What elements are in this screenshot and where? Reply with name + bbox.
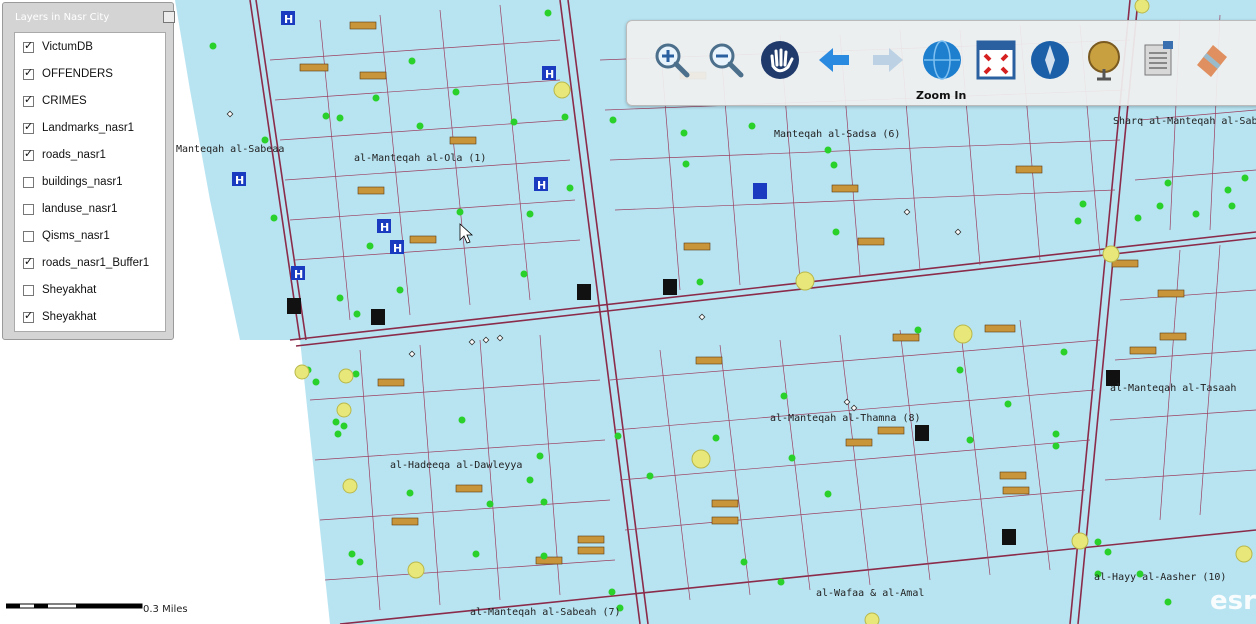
globe-icon[interactable] (921, 39, 963, 81)
pan-hand-icon[interactable] (759, 39, 801, 81)
layer-checkbox[interactable] (23, 176, 34, 188)
svg-text:H: H (380, 221, 389, 234)
svg-text:H: H (545, 68, 554, 81)
layer-item[interactable]: OFFENDERS (23, 64, 113, 84)
layer-label: OFFENDERS (42, 68, 113, 80)
map-label-manteqah-sabeah: al-Manteqah al-Sabeah (7) (470, 607, 621, 618)
layer-item[interactable]: Landmarks_nasr1 (23, 118, 134, 138)
map-label-manteqah-tasaah: al-Manteqah al-Tasaah (1110, 383, 1236, 394)
esri-logo: esri (1210, 586, 1256, 616)
layer-label: VictumDB (42, 41, 93, 53)
scale-bar (6, 603, 143, 609)
layer-checkbox[interactable] (23, 203, 34, 215)
map-label-wafaa-amal: al-Wafaa & al-Amal (816, 588, 924, 599)
layer-item[interactable]: VictumDB (23, 37, 93, 57)
svg-text:H: H (284, 13, 293, 26)
printer-icon[interactable] (1137, 39, 1179, 81)
layer-checkbox[interactable] (23, 120, 34, 134)
layer-item[interactable]: landuse_nasr1 (23, 199, 117, 219)
map-label-manteqah-ola: al-Manteqah al-Ola (1) (354, 153, 486, 164)
globe-magnifier-icon[interactable] (1083, 39, 1125, 81)
layer-label: Qisms_nasr1 (42, 230, 110, 242)
layers-panel-title: Layers in Nasr City (15, 12, 110, 23)
arrow-right-icon[interactable] (867, 39, 909, 81)
layer-item[interactable]: CRIMES (23, 91, 87, 111)
arrow-left-icon[interactable] (813, 39, 855, 81)
eraser-icon[interactable] (1191, 39, 1233, 81)
svg-text:H: H (537, 179, 546, 192)
minimize-icon[interactable] (163, 11, 175, 23)
map-label-manteqah-sadsa: Manteqah al-Sadsa (6) (774, 129, 900, 140)
layer-list: VictumDB OFFENDERS CRIMES Landmarks_nasr1ro… (14, 32, 166, 332)
identify-globe-icon[interactable] (1029, 39, 1071, 81)
map-label-hadeeqa-dawleyya: al-Hadeeqa al-Dawleyya (390, 460, 522, 471)
layer-item[interactable]: roads_nasr1_Buffer1 (23, 253, 149, 273)
layer-label: CRIMES (42, 95, 87, 107)
layer-checkbox[interactable] (23, 230, 34, 242)
layer-label: roads_nasr1_Buffer1 (42, 257, 150, 269)
layer-label: roads_nasr1 (42, 149, 106, 161)
layer-checkbox[interactable] (23, 309, 34, 323)
layer-checkbox[interactable] (23, 66, 34, 80)
layer-checkbox[interactable] (23, 147, 34, 161)
map-label-manteqah-thamna: al-Manteqah al-Thamna (8) (770, 413, 921, 424)
layer-label: Landmarks_nasr1 (42, 122, 135, 134)
layer-checkbox[interactable] (23, 93, 34, 107)
layer-item[interactable]: buildings_nasr1 (23, 172, 123, 192)
zoom-out-icon[interactable] (705, 39, 747, 81)
layer-checkbox[interactable] (23, 39, 34, 53)
layer-label: Sheyakhat (42, 284, 97, 296)
zoom-in-icon[interactable] (651, 39, 693, 81)
svg-text:H: H (294, 268, 303, 281)
layer-item[interactable]: Sheyakhat (23, 307, 96, 327)
layer-item[interactable]: Sheyakhat (23, 280, 96, 300)
map-label-sharq-manteqah: Sharq al-Manteqah al-Sab (1113, 116, 1256, 127)
layer-item[interactable]: roads_nasr1 (23, 145, 106, 165)
layer-label: buildings_nasr1 (42, 176, 123, 188)
svg-text:H: H (393, 242, 402, 255)
full-extent-icon[interactable] (975, 39, 1017, 81)
layer-label: Sheyakhat (42, 311, 97, 323)
scale-label: 0.3 Miles (143, 604, 188, 615)
map-label-manteqah-sabeaa: Manteqah al-Sabeaa (176, 144, 284, 155)
svg-text:H: H (235, 174, 244, 187)
map-label-hayy-aasher: al-Hayy al-Aasher (10) (1094, 572, 1226, 583)
layer-checkbox[interactable] (23, 284, 34, 296)
toolbar-tooltip: Zoom In (916, 89, 967, 102)
layers-panel: Layers in Nasr City VictumDB OFFENDERS CRI… (2, 2, 175, 340)
layer-checkbox[interactable] (23, 255, 34, 269)
layer-label: landuse_nasr1 (42, 203, 118, 215)
layer-item[interactable]: Qisms_nasr1 (23, 226, 110, 246)
